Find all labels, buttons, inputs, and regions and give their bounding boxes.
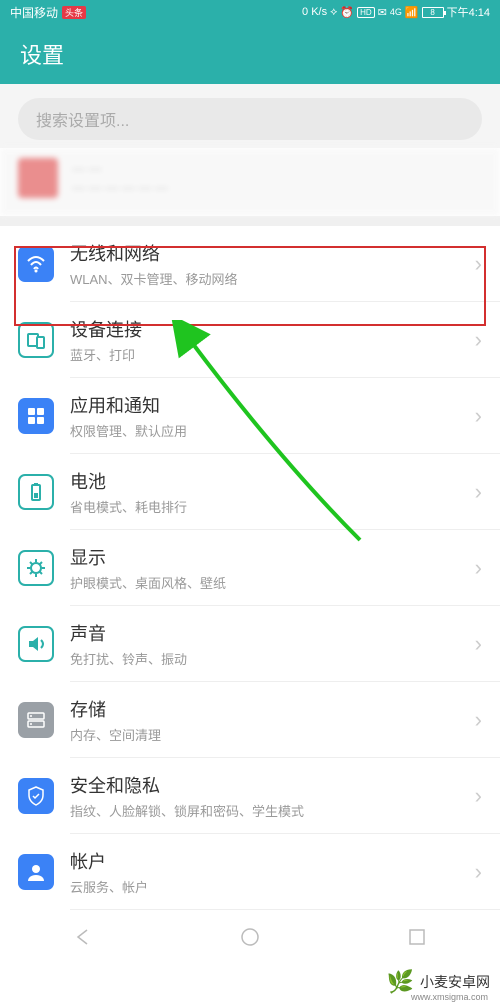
chevron-right-icon: › (475, 479, 482, 505)
settings-item-device[interactable]: 设备连接 蓝牙、打印 › (0, 302, 500, 378)
volte-icon: ✉ (378, 6, 387, 19)
profile-card[interactable]: — —— — — — — — (0, 148, 500, 216)
nav-home-button[interactable] (238, 925, 262, 949)
item-subtitle: 护眼模式、桌面风格、壁纸 (70, 573, 459, 592)
nav-bar (0, 914, 500, 960)
watermark-url: www.xmsigma.com (411, 992, 488, 1002)
settings-item-sound[interactable]: 声音 免打扰、铃声、振动 › (0, 606, 500, 682)
avatar (18, 158, 58, 198)
device-icon (18, 322, 54, 358)
signal-icon: 📶 (405, 6, 419, 19)
item-title: 安全和隐私 (70, 772, 459, 798)
item-title: 声音 (70, 620, 459, 646)
alarm-icon: ⏰ (340, 6, 354, 19)
item-title: 帐户 (70, 848, 459, 874)
chevron-right-icon: › (475, 707, 482, 733)
settings-item-wifi[interactable]: 无线和网络 WLAN、双卡管理、移动网络 › (0, 226, 500, 302)
item-subtitle: 指纹、人脸解锁、锁屏和密码、学生模式 (70, 801, 459, 820)
search-input[interactable]: 搜索设置项... (18, 98, 482, 140)
watermark-text: 小麦安卓网 (420, 972, 490, 992)
settings-list: 无线和网络 WLAN、双卡管理、移动网络 › 设备连接 蓝牙、打印 › 应用和通… (0, 226, 500, 910)
item-subtitle: 内存、空间清理 (70, 725, 459, 744)
item-subtitle: 免打扰、铃声、振动 (70, 649, 459, 668)
settings-item-account[interactable]: 帐户 云服务、帐户 › (0, 834, 500, 910)
apps-icon (18, 398, 54, 434)
item-title: 应用和通知 (70, 392, 459, 418)
page-title-bar: 设置 (0, 24, 500, 84)
item-title: 存储 (70, 696, 459, 722)
item-title: 电池 (70, 468, 459, 494)
item-subtitle: 云服务、帐户 (70, 877, 459, 896)
sound-icon (18, 626, 54, 662)
security-icon (18, 778, 54, 814)
settings-item-apps[interactable]: 应用和通知 权限管理、默认应用 › (0, 378, 500, 454)
item-subtitle: 权限管理、默认应用 (70, 421, 459, 440)
status-bar: 中国移动 头条 0 K/s ⟡ ⏰ HD ✉ 4G 📶 8 下午4:14 (0, 0, 500, 24)
storage-icon (18, 702, 54, 738)
nav-back-button[interactable] (71, 925, 95, 949)
divider (0, 216, 500, 226)
search-area: 搜索设置项... (0, 84, 500, 148)
profile-text: — —— — — — — — (72, 159, 168, 198)
toutiao-badge: 头条 (62, 6, 86, 19)
nav-recent-button[interactable] (405, 925, 429, 949)
settings-item-security[interactable]: 安全和隐私 指纹、人脸解锁、锁屏和密码、学生模式 › (0, 758, 500, 834)
account-icon (18, 854, 54, 890)
settings-item-storage[interactable]: 存储 内存、空间清理 › (0, 682, 500, 758)
chevron-right-icon: › (475, 555, 482, 581)
settings-item-battery[interactable]: 电池 省电模式、耗电排行 › (0, 454, 500, 530)
item-subtitle: 蓝牙、打印 (70, 345, 459, 364)
chevron-right-icon: › (475, 403, 482, 429)
clock: 下午4:14 (447, 4, 490, 20)
item-title: 设备连接 (70, 316, 459, 342)
search-placeholder: 搜索设置项... (36, 107, 129, 131)
battery-icon: 8 (422, 7, 444, 18)
wifi-icon (18, 246, 54, 282)
bluetooth-icon: ⟡ (330, 6, 337, 19)
chevron-right-icon: › (475, 859, 482, 885)
battery-icon (18, 474, 54, 510)
item-subtitle: WLAN、双卡管理、移动网络 (70, 269, 459, 288)
chevron-right-icon: › (475, 783, 482, 809)
item-title: 显示 (70, 544, 459, 570)
chevron-right-icon: › (475, 251, 482, 277)
watermark-logo-icon: 🌿 (387, 969, 414, 995)
item-title: 无线和网络 (70, 240, 459, 266)
net-speed: 0 K/s (302, 6, 327, 18)
display-icon (18, 550, 54, 586)
settings-item-display[interactable]: 显示 护眼模式、桌面风格、壁纸 › (0, 530, 500, 606)
chevron-right-icon: › (475, 327, 482, 353)
carrier-label: 中国移动 (10, 4, 58, 21)
hd-icon: HD (357, 7, 375, 18)
signal-gen: 4G (390, 7, 402, 17)
chevron-right-icon: › (475, 631, 482, 657)
page-title: 设置 (20, 38, 64, 70)
item-subtitle: 省电模式、耗电排行 (70, 497, 459, 516)
